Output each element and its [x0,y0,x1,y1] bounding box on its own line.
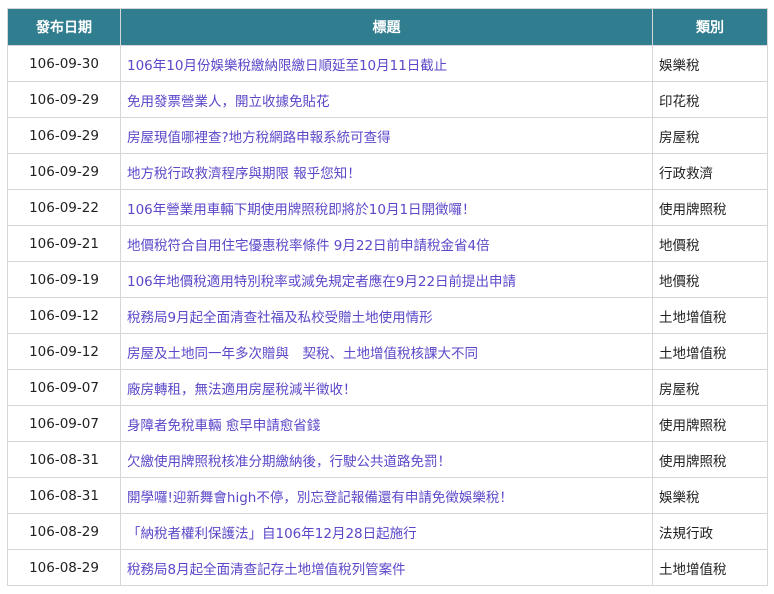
row-title-cell: 免用發票營業人，開立收據免貼花 [120,81,653,118]
column-header-category: 類別 [652,8,768,46]
row-category: 土地增值稅 [652,297,768,334]
row-category: 土地增值稅 [652,333,768,370]
row-title-cell: 稅務局8月起全面清查記存土地增值稅列管案件 [120,549,653,586]
table-row: 106-09-07 身障者免稅車輛 愈早申請愈省錢 使用牌照稅 [7,405,768,442]
table-row: 106-08-31 開學囉!迎新舞會high不停，別忘登記報備還有申請免徵娛樂稅！… [7,477,768,514]
article-link[interactable]: 房屋現值哪裡查?地方稅網路申報系統可查得 [127,130,391,146]
row-date: 106-09-12 [7,333,121,370]
article-link[interactable]: 稅務局9月起全面清查社福及私校受贈土地使用情形 [127,310,433,326]
table-header-row: 發布日期 標題 類別 [7,8,768,46]
row-title-cell: 地價稅符合自用住宅優惠稅率條件 9月22日前申請稅金省4倍 [120,225,653,262]
row-category: 房屋稅 [652,369,768,406]
row-category: 土地增值稅 [652,549,768,586]
article-link[interactable]: 房屋及土地同一年多次贈與 契稅、土地增值稅核課大不同 [127,346,478,362]
row-category: 娛樂稅 [652,477,768,514]
row-category: 娛樂稅 [652,45,768,82]
row-title-cell: 房屋及土地同一年多次贈與 契稅、土地增值稅核課大不同 [120,333,653,370]
row-title-cell: 稅務局9月起全面清查社福及私校受贈土地使用情形 [120,297,653,334]
article-link[interactable]: 廠房轉租，無法適用房屋稅減半徵收！ [127,382,357,398]
table-row: 106-09-07 廠房轉租，無法適用房屋稅減半徵收！ 房屋稅 [7,369,768,406]
row-date: 106-09-19 [7,261,121,298]
article-link[interactable]: 地方稅行政救濟程序與期限 報乎您知！ [127,166,361,182]
table-row: 106-08-29 「納稅者權利保護法」自106年12月28日起施行 法規行政 [7,513,768,550]
article-link[interactable]: 106年營業用車輛下期使用牌照稅即將於10月1日開徵囉！ [127,202,476,218]
row-date: 106-09-21 [7,225,121,262]
row-category: 法規行政 [652,513,768,550]
table-row: 106-08-31 欠繳使用牌照稅核准分期繳納後，行駛公共道路免罰！ 使用牌照稅 [7,441,768,478]
article-link[interactable]: 106年地價稅適用特別稅率或減免規定者應在9月22日前提出申請 [127,274,516,290]
article-link[interactable]: 身障者免稅車輛 愈早申請愈省錢 [127,418,320,434]
row-category: 使用牌照稅 [652,441,768,478]
row-date: 106-08-29 [7,549,121,586]
article-link[interactable]: 稅務局8月起全面清查記存土地增值稅列管案件 [127,562,406,578]
table-row: 106-09-30 106年10月份娛樂稅繳納限繳日順延至10月11日截止 娛樂稅 [7,45,768,82]
row-category: 行政救濟 [652,153,768,190]
table-row: 106-09-19 106年地價稅適用特別稅率或減免規定者應在9月22日前提出申請… [7,261,768,298]
row-category: 印花稅 [652,81,768,118]
row-title-cell: 廠房轉租，無法適用房屋稅減半徵收！ [120,369,653,406]
row-date: 106-08-31 [7,477,121,514]
article-link[interactable]: 欠繳使用牌照稅核准分期繳納後，行駛公共道路免罰！ [127,454,451,470]
row-date: 106-09-29 [7,153,121,190]
row-date: 106-08-31 [7,441,121,478]
row-date: 106-09-07 [7,405,121,442]
table-row: 106-09-12 房屋及土地同一年多次贈與 契稅、土地增值稅核課大不同 土地增值稅 [7,333,768,370]
row-date: 106-09-22 [7,189,121,226]
row-date: 106-08-29 [7,513,121,550]
row-title-cell: 106年地價稅適用特別稅率或減免規定者應在9月22日前提出申請 [120,261,653,298]
row-title-cell: 開學囉!迎新舞會high不停，別忘登記報備還有申請免徵娛樂稅！ [120,477,653,514]
row-date: 106-09-07 [7,369,121,406]
row-category: 房屋稅 [652,117,768,154]
table-row: 106-09-29 地方稅行政救濟程序與期限 報乎您知！ 行政救濟 [7,153,768,190]
row-title-cell: 106年10月份娛樂稅繳納限繳日順延至10月11日截止 [120,45,653,82]
article-link[interactable]: 開學囉!迎新舞會high不停，別忘登記報備還有申請免徵娛樂稅！ [127,490,513,506]
column-header-date: 發布日期 [7,8,121,46]
table-row: 106-09-29 免用發票營業人，開立收據免貼花 印花稅 [7,81,768,118]
article-link[interactable]: 「納稅者權利保護法」自106年12月28日起施行 [127,526,417,542]
table-row: 106-09-29 房屋現值哪裡查?地方稅網路申報系統可查得 房屋稅 [7,117,768,154]
row-date: 106-09-29 [7,117,121,154]
table-row: 106-09-22 106年營業用車輛下期使用牌照稅即將於10月1日開徵囉！ 使用牌… [7,189,768,226]
column-header-title: 標題 [120,8,653,46]
row-date: 106-09-12 [7,297,121,334]
article-link[interactable]: 免用發票營業人，開立收據免貼花 [127,94,330,110]
news-table: 發布日期 標題 類別 106-09-30 106年10月份娛樂稅繳納限繳日順延至1… [7,8,768,586]
row-category: 地價稅 [652,261,768,298]
row-title-cell: 身障者免稅車輛 愈早申請愈省錢 [120,405,653,442]
row-title-cell: 地方稅行政救濟程序與期限 報乎您知！ [120,153,653,190]
row-date: 106-09-30 [7,45,121,82]
row-category: 地價稅 [652,225,768,262]
row-date: 106-09-29 [7,81,121,118]
article-link[interactable]: 106年10月份娛樂稅繳納限繳日順延至10月11日截止 [127,58,447,74]
table-row: 106-08-29 稅務局8月起全面清查記存土地增值稅列管案件 土地增值稅 [7,549,768,586]
news-table-container: 發布日期 標題 類別 106-09-30 106年10月份娛樂稅繳納限繳日順延至1… [7,8,768,586]
row-category: 使用牌照稅 [652,189,768,226]
row-title-cell: 106年營業用車輛下期使用牌照稅即將於10月1日開徵囉！ [120,189,653,226]
table-row: 106-09-21 地價稅符合自用住宅優惠稅率條件 9月22日前申請稅金省4倍 地價… [7,225,768,262]
table-row: 106-09-12 稅務局9月起全面清查社福及私校受贈土地使用情形 土地增值稅 [7,297,768,334]
row-title-cell: 「納稅者權利保護法」自106年12月28日起施行 [120,513,653,550]
article-link[interactable]: 地價稅符合自用住宅優惠稅率條件 9月22日前申請稅金省4倍 [127,238,490,254]
row-title-cell: 欠繳使用牌照稅核准分期繳納後，行駛公共道路免罰！ [120,441,653,478]
row-category: 使用牌照稅 [652,405,768,442]
row-title-cell: 房屋現值哪裡查?地方稅網路申報系統可查得 [120,117,653,154]
